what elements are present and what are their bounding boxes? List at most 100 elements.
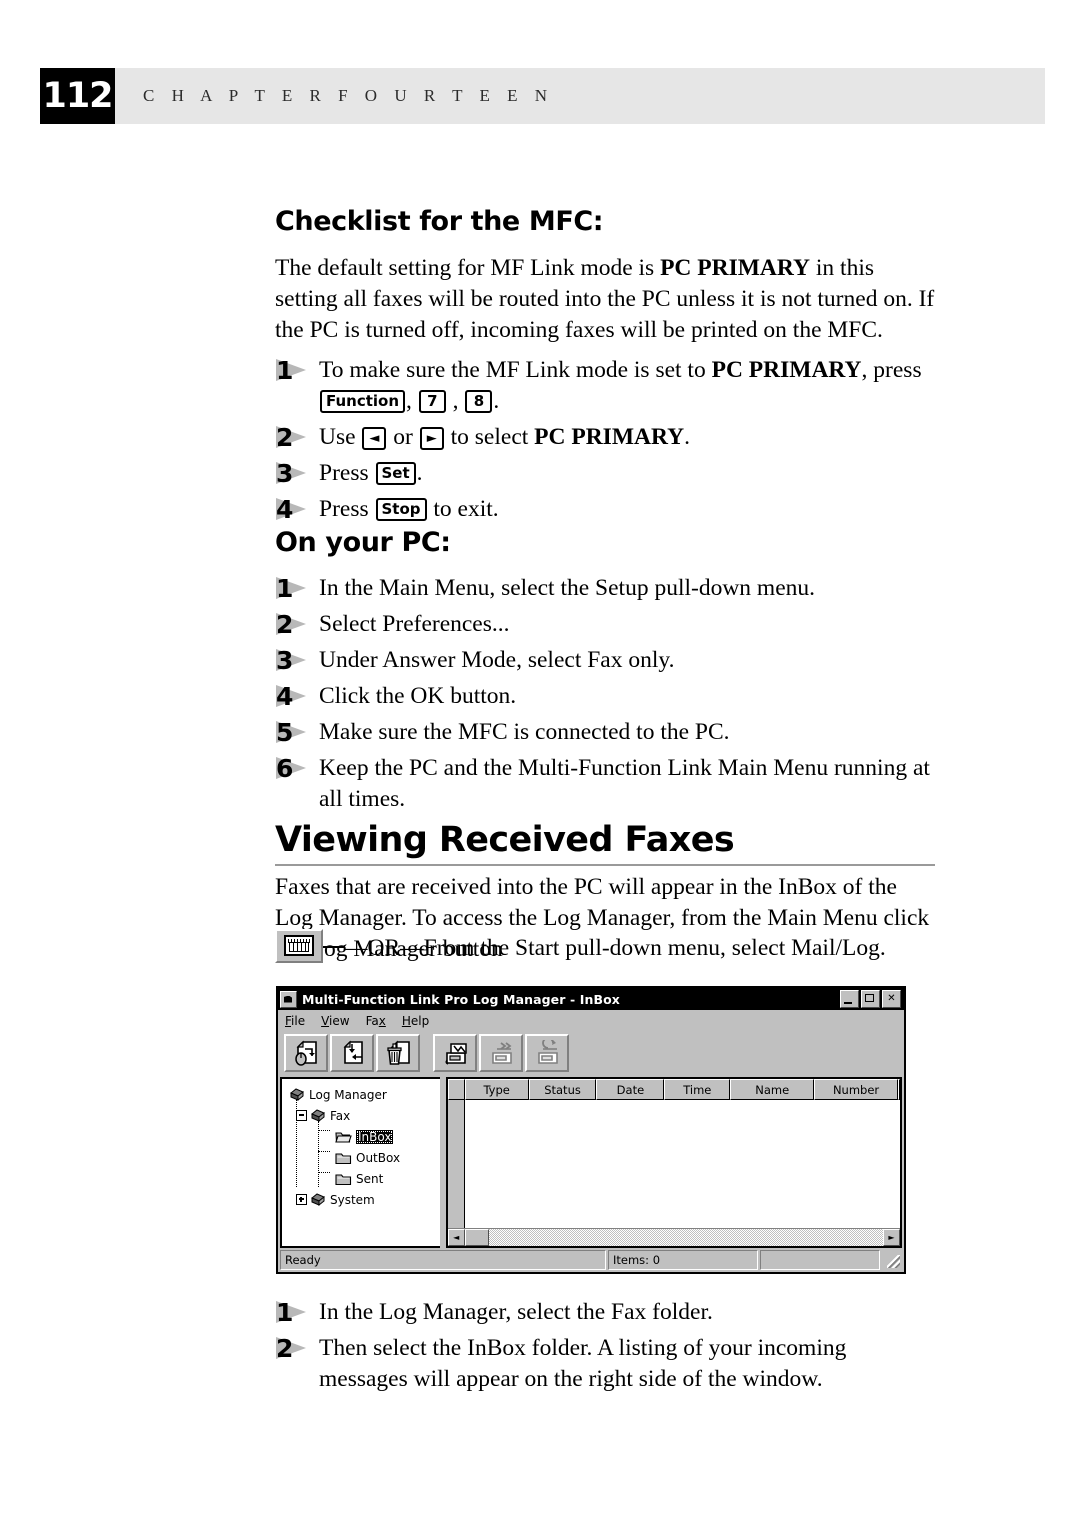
column-header-status[interactable]: Status: [528, 1079, 597, 1100]
list-item: 4 Press Stop to exit.: [275, 494, 935, 525]
tree-item-inbox[interactable]: InBox: [287, 1126, 440, 1147]
tree-item-outbox[interactable]: OutBox: [287, 1147, 440, 1168]
resend-fax-button: [525, 1034, 569, 1072]
leader-rule: [322, 946, 344, 948]
tree-item-system[interactable]: System: [287, 1189, 440, 1210]
menu-view[interactable]: View: [321, 1014, 349, 1028]
status-text: Ready: [280, 1250, 606, 1270]
step-text-b: or: [387, 424, 419, 450]
checklist-steps: 1 To make sure the MF Link mode is set t…: [275, 355, 935, 530]
tree-item-label: OutBox: [356, 1150, 401, 1165]
tree-item-sent[interactable]: Sent: [287, 1168, 440, 1189]
column-header-type[interactable]: Type: [464, 1079, 529, 1100]
title-rule: [275, 864, 935, 866]
folder-tree-pane[interactable]: Log Manager Fax InBox OutBox Sent System: [280, 1077, 440, 1248]
step-number-badge: 5: [275, 718, 309, 747]
checklist-intro: The default setting for MF Link mode is …: [275, 253, 935, 346]
column-header-time[interactable]: Time: [664, 1079, 731, 1100]
step-number: 1: [276, 1298, 294, 1327]
menu-fax[interactable]: Fax: [366, 1014, 386, 1028]
folder-icon: [335, 1152, 352, 1164]
list-item: 3 Under Answer Mode, select Fax only.: [275, 645, 935, 676]
expand-plus-icon[interactable]: [296, 1194, 307, 1205]
or-line-text: —OR—From the Start pull-down menu, selec…: [344, 935, 886, 961]
send-fax-button[interactable]: [433, 1034, 477, 1072]
column-header-number[interactable]: Number: [814, 1079, 898, 1100]
step-text: Then select the InBox folder. A listing …: [319, 1335, 847, 1392]
on-your-pc-section: On your PC:: [275, 527, 935, 558]
step-number: 1: [276, 574, 294, 603]
column-header-spacer[interactable]: [447, 1079, 465, 1100]
step-number: 2: [276, 1334, 294, 1363]
or-line-paragraph: —OR—From the Start pull-down menu, selec…: [275, 929, 935, 964]
delete-document-button[interactable]: [376, 1034, 420, 1072]
window-panes: Log Manager Fax InBox OutBox Sent System…: [280, 1077, 902, 1248]
list-item: 1 To make sure the MF Link mode is set t…: [275, 355, 935, 417]
log-manager-button-icon[interactable]: [275, 929, 323, 963]
system-menu-icon[interactable]: [280, 990, 297, 1008]
menu-file[interactable]: File: [285, 1014, 305, 1028]
move-document-button[interactable]: [330, 1034, 374, 1072]
column-header-name[interactable]: Name: [730, 1079, 815, 1100]
scroll-right-button[interactable]: ►: [883, 1229, 900, 1246]
tree-item-log-manager[interactable]: Log Manager: [287, 1084, 440, 1105]
log-manager-window[interactable]: Multi-Function Link Pro Log Manager - In…: [276, 986, 906, 1274]
maximize-button[interactable]: [861, 990, 880, 1008]
key-stop: Stop: [375, 498, 427, 521]
message-rows-area[interactable]: [464, 1100, 900, 1228]
step-number-badge: 4: [275, 495, 309, 524]
network-node-icon: [311, 1193, 325, 1207]
resize-grip-icon[interactable]: [882, 1250, 902, 1270]
message-list-body[interactable]: [447, 1100, 900, 1228]
step-number: 6: [276, 754, 294, 783]
chapter-label: C H A P T E R F O U R T E E N: [143, 86, 554, 105]
scroll-track[interactable]: [488, 1229, 883, 1246]
message-list-pane[interactable]: Type Status Date Time Name Number ◄ ►: [445, 1077, 902, 1248]
scroll-left-button[interactable]: ◄: [447, 1229, 465, 1246]
window-title: Multi-Function Link Pro Log Manager - In…: [302, 991, 620, 1007]
checklist-intro-paragraph: The default setting for MF Link mode is …: [275, 253, 935, 346]
column-header-filler[interactable]: [897, 1079, 900, 1100]
collapse-minus-icon[interactable]: [296, 1110, 307, 1121]
menu-help[interactable]: Help: [402, 1014, 429, 1028]
column-header-row: Type Status Date Time Name Number: [447, 1079, 900, 1100]
window-statusbar: Ready Items: 0: [280, 1250, 902, 1270]
step-number-badge: 1: [275, 356, 309, 385]
tree-item-label: InBox: [356, 1129, 394, 1144]
viewing-faxes-steps: 1 In the Log Manager, select the Fax fol…: [275, 1297, 935, 1400]
status-items-count: Items: 0: [608, 1250, 758, 1270]
log-manager-glyph: [284, 935, 314, 956]
viewing-faxes-section: Viewing Received Faxes: [275, 820, 935, 866]
key-function: Function: [320, 390, 406, 413]
on-your-pc-step-list: 1 In the Main Menu, select the Setup pul…: [275, 573, 935, 815]
folder-icon: [335, 1173, 352, 1185]
key-left-arrow: ◄: [362, 427, 387, 450]
step-bold: PC PRIMARY: [711, 357, 862, 383]
window-menubar: File View Fax Help: [278, 1010, 904, 1031]
horizontal-scrollbar[interactable]: ◄ ►: [447, 1228, 900, 1246]
step-text-d: .: [684, 424, 690, 450]
list-item: 5 Make sure the MFC is connected to the …: [275, 717, 935, 748]
intro-bold: PC PRIMARY: [660, 255, 811, 281]
on-your-pc-steps: 1 In the Main Menu, select the Setup pul…: [275, 573, 935, 820]
checklist-heading: Checklist for the MFC:: [275, 206, 604, 237]
tree-item-fax[interactable]: Fax: [287, 1105, 440, 1126]
list-item: 1 In the Log Manager, select the Fax fol…: [275, 1297, 935, 1328]
column-header-date[interactable]: Date: [596, 1079, 665, 1100]
step-sep-2: ,: [446, 388, 465, 414]
viewing-faxes-step-list: 1 In the Log Manager, select the Fax fol…: [275, 1297, 935, 1395]
view-document-button[interactable]: [284, 1034, 328, 1072]
key-set: Set: [375, 462, 416, 485]
tree-item-label: Log Manager: [309, 1087, 387, 1102]
scroll-thumb[interactable]: [464, 1229, 489, 1246]
step-number: 4: [276, 495, 294, 524]
step-number-badge: 2: [275, 610, 309, 639]
open-folder-icon: [335, 1131, 352, 1143]
close-button[interactable]: ✕: [882, 990, 901, 1008]
minimize-button[interactable]: [840, 990, 859, 1008]
step-text-a: To make sure the MF Link mode is set to: [319, 357, 712, 383]
step-number: 3: [276, 459, 294, 488]
step-number: 3: [276, 646, 294, 675]
or-line-row: —OR—From the Start pull-down menu, selec…: [275, 929, 935, 964]
list-item: 6 Keep the PC and the Multi-Function Lin…: [275, 753, 935, 815]
